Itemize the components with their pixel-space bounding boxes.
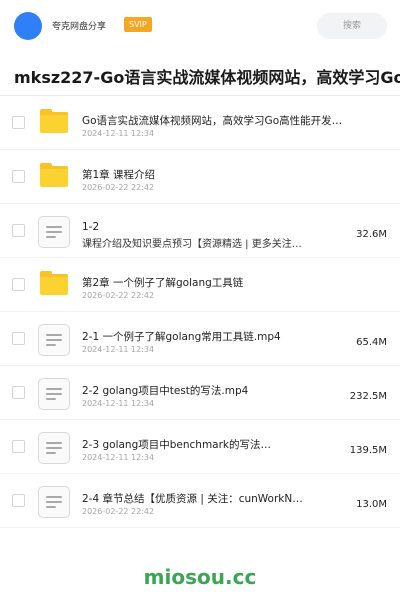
item-checkbox[interactable] (12, 440, 25, 453)
item-name: 1-2 (82, 221, 100, 233)
item-checkbox[interactable] (12, 494, 25, 507)
item-size: 65.4M (356, 337, 387, 348)
list-item[interactable]: 2-1 一个例子了解golang常用工具链.mp4 2024-12-11 12:… (0, 312, 400, 366)
list-item[interactable]: 2-2 golang项目中test的写法.mp4 2024-12-11 12:3… (0, 366, 400, 420)
item-checkbox[interactable] (12, 224, 25, 237)
brand-name: 夸克网盘分享 (52, 22, 107, 32)
list-item[interactable]: 1-2 课程介绍及知识要点预习【资源精选 | 更多关注… 32.6M (0, 204, 400, 258)
list-item[interactable]: Go语言实战流媒体视频网站，高效学习Go高性能开发… 2024-12-11 12… (0, 96, 400, 150)
document-icon (38, 432, 70, 464)
list-item[interactable]: 2-3 golang项目中benchmark的写法… 2024-12-11 12… (0, 420, 400, 474)
document-icon (38, 324, 70, 356)
item-name: 2-4 章节总结【优质资源 | 关注：cunWorkN… (82, 493, 303, 505)
item-name: 2-2 golang项目中test的写法.mp4 (82, 385, 249, 397)
item-name: 第2章 一个例子了解golang工具链 (82, 277, 244, 289)
item-checkbox[interactable] (12, 278, 25, 291)
watermark: miosou.cc (143, 565, 257, 589)
folder-icon (40, 271, 68, 295)
item-size: 139.5M (349, 445, 387, 456)
item-subtitle: 课程介绍及知识要点预习【资源精选 | 更多关注… (82, 239, 302, 250)
header: 夸克网盘分享 SVIP 搜索 (0, 0, 400, 52)
folder-icon (40, 163, 68, 187)
svip-badge: SVIP (124, 17, 152, 32)
item-date: 2024-12-11 12:34 (82, 399, 155, 408)
item-date: 2026-02-22 22:42 (82, 183, 155, 192)
item-name: Go语言实战流媒体视频网站，高效学习Go高性能开发… (82, 115, 343, 127)
item-date: 2026-02-22 22:42 (82, 507, 155, 516)
item-checkbox[interactable] (12, 332, 25, 345)
search-button[interactable]: 搜索 (317, 13, 387, 39)
item-size: 13.0M (356, 499, 387, 510)
document-icon (38, 216, 70, 248)
item-checkbox[interactable] (12, 386, 25, 399)
item-checkbox[interactable] (12, 170, 25, 183)
list-item[interactable]: 2-4 章节总结【优质资源 | 关注：cunWorkN… 2026-02-22 … (0, 474, 400, 528)
item-name: 2-1 一个例子了解golang常用工具链.mp4 (82, 331, 281, 343)
document-icon (38, 378, 70, 410)
item-name: 2-3 golang项目中benchmark的写法… (82, 439, 272, 451)
page-title: mksz227-Go语言实战流媒体视频网站，高效学习Go高性能 (14, 68, 400, 87)
item-date: 2024-12-11 12:34 (82, 345, 155, 354)
file-list: Go语言实战流媒体视频网站，高效学习Go高性能开发… 2024-12-11 12… (0, 96, 400, 528)
item-name: 第1章 课程介绍 (82, 169, 156, 181)
item-checkbox[interactable] (12, 116, 25, 129)
item-date: 2024-12-11 12:34 (82, 453, 155, 462)
avatar[interactable] (14, 12, 42, 40)
item-size: 32.6M (356, 229, 387, 240)
list-item[interactable]: 第1章 课程介绍 2026-02-22 22:42 (0, 150, 400, 204)
list-item[interactable]: 第2章 一个例子了解golang工具链 2026-02-22 22:42 (0, 258, 400, 312)
document-icon (38, 486, 70, 518)
folder-icon (40, 109, 68, 133)
item-size: 232.5M (349, 391, 387, 402)
item-date: 2024-12-11 12:34 (82, 129, 155, 138)
item-date: 2026-02-22 22:42 (82, 291, 155, 300)
